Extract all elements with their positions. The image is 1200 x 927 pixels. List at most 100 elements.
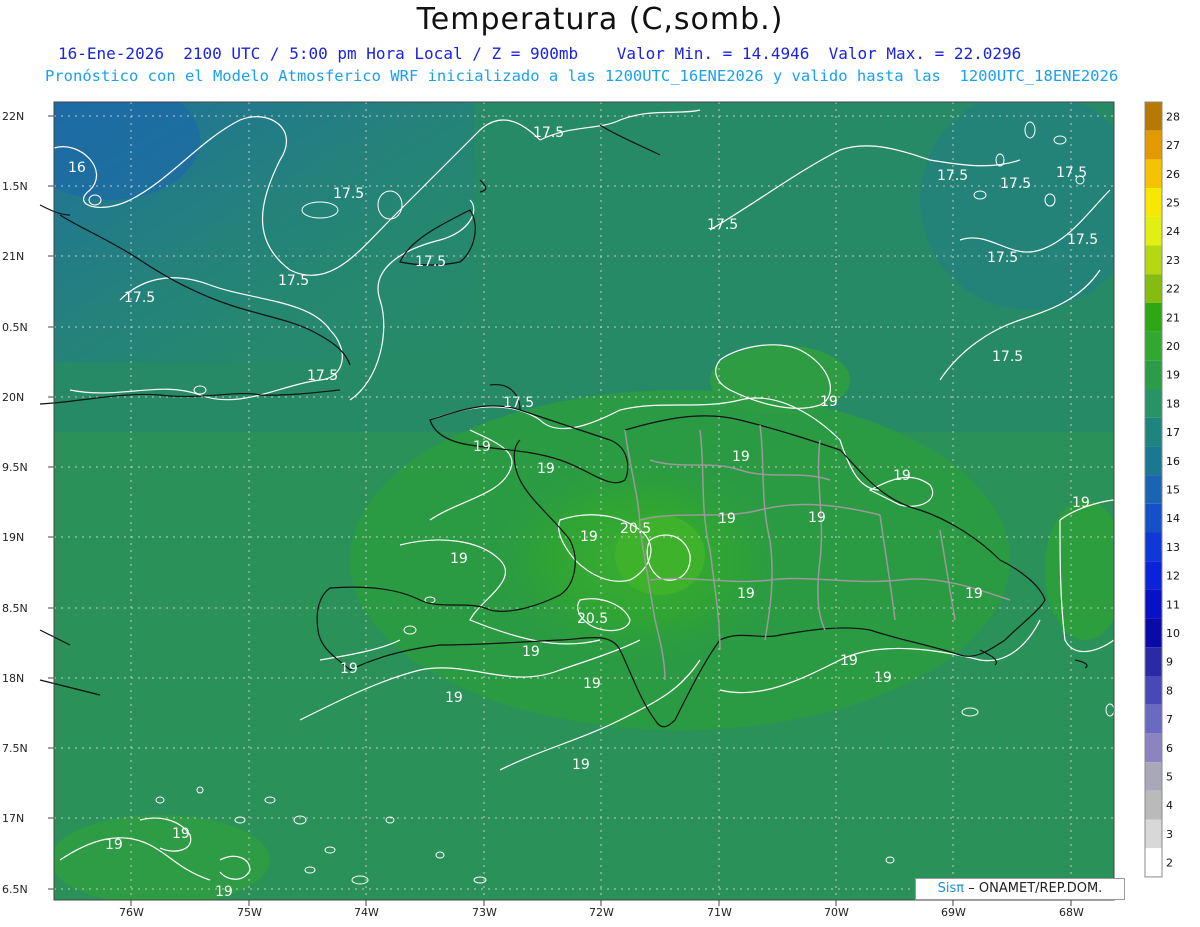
lat-label: 8.5N xyxy=(2,602,28,615)
colorbar-label: 23 xyxy=(1166,254,1180,267)
colorbar-swatch xyxy=(1145,475,1162,504)
contour-label: 19 xyxy=(1072,495,1090,511)
lon-label: 71W xyxy=(707,906,732,919)
contour-label: 17.5 xyxy=(124,290,155,306)
contour-label: 19 xyxy=(105,837,123,853)
colorbar-label: 15 xyxy=(1166,483,1180,496)
contour-label: 17.5 xyxy=(503,395,534,411)
lon-label: 72W xyxy=(589,906,614,919)
contour-label: 19 xyxy=(215,884,233,900)
colorbar-swatch xyxy=(1145,819,1162,849)
colorbar-swatch xyxy=(1145,676,1162,705)
contour-label: 19 xyxy=(537,461,555,477)
colorbar-label: 13 xyxy=(1166,541,1180,554)
colorbar-label: 17 xyxy=(1166,426,1180,439)
contour-label: 17.5 xyxy=(992,349,1023,365)
colorbar-label: 18 xyxy=(1166,397,1180,410)
lat-label: 20N xyxy=(2,391,24,404)
lon-label: 69W xyxy=(941,906,966,919)
colorbar-swatch xyxy=(1145,302,1162,332)
lon-label: 74W xyxy=(354,906,379,919)
colorbar-swatch xyxy=(1145,360,1162,389)
colorbar-swatch xyxy=(1145,647,1162,676)
colorbar-label: 4 xyxy=(1166,799,1173,812)
lat-label: 18N xyxy=(2,672,24,685)
colorbar-label: 6 xyxy=(1166,742,1173,755)
contour-label: 19 xyxy=(522,644,540,660)
colorbar-label: 7 xyxy=(1166,713,1173,726)
contour-label: 17.5 xyxy=(937,168,968,184)
contour-label: 19 xyxy=(732,449,750,465)
colorbar-label: 27 xyxy=(1166,139,1180,152)
contour-label: 19 xyxy=(445,690,463,706)
lon-label: 70W xyxy=(824,906,849,919)
temperature-shading xyxy=(54,102,1114,900)
colorbar-labels: 2827262524232221201918171615141312111098… xyxy=(1166,110,1180,869)
contour-label: 19 xyxy=(737,586,755,602)
lat-label: 1.5N xyxy=(2,180,28,193)
contour-label: 19 xyxy=(340,661,358,677)
colorbar-label: 11 xyxy=(1166,598,1180,611)
colorbar-label: 3 xyxy=(1166,828,1173,841)
credit-text: – ONAMET/REP.DOM. xyxy=(968,881,1103,896)
colorbar-label: 2 xyxy=(1166,857,1173,870)
lon-label: 68W xyxy=(1059,906,1084,919)
colorbar-swatch xyxy=(1145,503,1162,533)
lat-label: 6.5N xyxy=(2,883,28,896)
colorbar xyxy=(1144,101,1163,878)
colorbar-label: 8 xyxy=(1166,684,1173,697)
colorbar-label: 22 xyxy=(1166,283,1180,296)
contour-label: 17.5 xyxy=(533,125,564,141)
colorbar-swatch xyxy=(1145,589,1162,619)
lat-label: 9.5N xyxy=(2,461,28,474)
contour-label: 17.5 xyxy=(987,250,1018,266)
colorbar-swatch xyxy=(1145,532,1162,562)
colorbar-swatch xyxy=(1145,417,1162,447)
colorbar-label: 12 xyxy=(1166,570,1180,583)
colorbar-swatch xyxy=(1145,733,1162,763)
latitude-axis: 22N 1.5N 21N 0.5N 20N 9.5N 19N 8.5N 18N … xyxy=(2,110,54,896)
contour-label: 19 xyxy=(583,676,601,692)
contour-label: 19 xyxy=(874,670,892,686)
colorbar-swatch xyxy=(1145,762,1162,791)
colorbar-label: 25 xyxy=(1166,196,1180,209)
contour-label: 20.5 xyxy=(577,611,608,627)
lat-label: 7.5N xyxy=(2,742,28,755)
credit-brand: Sisπ xyxy=(937,881,965,896)
contour-label: 19 xyxy=(840,653,858,669)
credit-box: Sisπ – ONAMET/REP.DOM. xyxy=(915,878,1125,900)
colorbar-label: 24 xyxy=(1166,225,1180,238)
contour-label: 17.5 xyxy=(707,217,738,233)
colorbar-label: 9 xyxy=(1166,656,1173,669)
contour-label: 19 xyxy=(893,468,911,484)
colorbar-swatch xyxy=(1145,790,1162,820)
colorbar-swatch xyxy=(1145,704,1162,734)
colorbar-swatch xyxy=(1145,274,1162,303)
contour-label: 16 xyxy=(68,160,86,176)
lat-label: 21N xyxy=(2,250,24,263)
contour-label: 19 xyxy=(718,511,736,527)
contour-label: 19 xyxy=(473,439,491,455)
colorbar-label: 5 xyxy=(1166,770,1173,783)
colorbar-swatch xyxy=(1145,561,1162,590)
contour-label: 20.5 xyxy=(620,521,651,537)
colorbar-label: 10 xyxy=(1166,627,1180,640)
contour-label: 19 xyxy=(172,826,190,842)
lat-label: 17N xyxy=(2,812,24,825)
contour-label: 17.5 xyxy=(278,273,309,289)
contour-label: 17.5 xyxy=(1000,176,1031,192)
colorbar-swatch xyxy=(1145,130,1162,160)
colorbar-label: 26 xyxy=(1166,168,1180,181)
colorbar-swatch xyxy=(1145,848,1162,877)
colorbar-label: 16 xyxy=(1166,455,1180,468)
colorbar-swatch xyxy=(1145,102,1162,131)
contour-label: 19 xyxy=(580,529,598,545)
contour-label: 19 xyxy=(808,510,826,526)
colorbar-swatch xyxy=(1145,159,1162,189)
colorbar-label: 19 xyxy=(1166,369,1180,382)
contour-label: 19 xyxy=(450,551,468,567)
temperature-map: 17.5 16 17.5 17.5 17.5 17.5 17.5 17.5 17… xyxy=(2,101,1180,919)
contour-label: 17.5 xyxy=(333,186,364,202)
colorbar-label: 14 xyxy=(1166,512,1180,525)
colorbar-label: 28 xyxy=(1166,110,1180,123)
